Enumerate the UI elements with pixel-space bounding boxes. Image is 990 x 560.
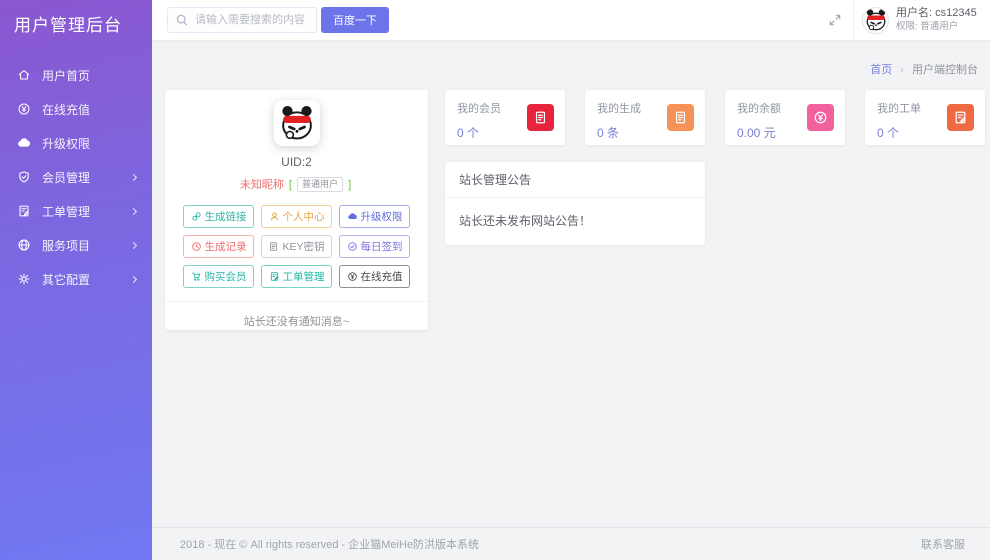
sidebar-item-members[interactable]: 会员管理 (0, 160, 152, 194)
profile-notice: 站长还没有通知消息~ (165, 301, 428, 340)
buy-membership-button[interactable]: 购买会员 (183, 265, 254, 288)
breadcrumb: 首页 › 用户端控制台 (870, 61, 978, 77)
profile-role-badge: 普通用户 (297, 177, 343, 192)
user-role: 权限: 普通用户 (896, 21, 977, 33)
search-bar: 百度一下 (167, 7, 389, 33)
globe-icon (17, 238, 31, 252)
profile-nickname: 未知昵称 (240, 179, 284, 191)
sidebar-item-label: 升级权限 (42, 135, 90, 152)
chevron-right-icon (130, 207, 137, 214)
profile-actions: 生成链接 个人中心 升级权限 生成记录 KEY密钥 每日签到 (183, 205, 410, 288)
gear-icon (17, 272, 31, 286)
user-avatar (862, 7, 889, 34)
sidebar-item-label: 工单管理 (42, 203, 90, 220)
user-name: 用户名: cs12345 (896, 7, 977, 21)
breadcrumb-current: 用户端控制台 (912, 64, 978, 76)
user-icon (269, 211, 280, 222)
document-icon (667, 104, 694, 131)
chevron-right-icon (130, 173, 137, 180)
user-info: 用户名: cs12345 权限: 普通用户 (896, 7, 977, 33)
sidebar-item-services[interactable]: 服务项目 (0, 228, 152, 262)
sidebar-item-label: 服务项目 (42, 237, 90, 254)
breadcrumb-home-link[interactable]: 首页 (870, 64, 892, 76)
announcement-body: 站长还未发布网站公告！ (445, 198, 705, 245)
history-icon (191, 241, 202, 252)
ticket-edit-icon (947, 104, 974, 131)
profile-nickname-row: 未知昵称 [ 普通用户 ] (165, 176, 428, 192)
bracket-close: ] (348, 179, 351, 191)
sidebar: 用户管理后台 用户首页 在线充值 升级权限 会员管理 (0, 0, 152, 560)
profile-uid: UID:2 (165, 155, 428, 169)
cart-icon (191, 271, 202, 282)
ticket-icon (17, 204, 31, 218)
breadcrumb-separator: › (900, 64, 904, 76)
footer-copyright: 2018 - 现在 © All rights reserved - 企业猫Mei… (180, 536, 479, 552)
online-recharge-button[interactable]: 在线充值 (339, 265, 410, 288)
sidebar-item-label: 用户首页 (42, 67, 90, 84)
ticket-icon (269, 271, 280, 282)
search-icon (175, 13, 189, 27)
main-content: 首页 › 用户端控制台 UID:2 未知昵称 [ 普通用户 (152, 40, 990, 560)
document-icon (527, 104, 554, 131)
cloud-icon (347, 211, 358, 222)
search-input[interactable] (167, 7, 317, 33)
sidebar-item-home[interactable]: 用户首页 (0, 58, 152, 92)
sidebar-menu: 用户首页 在线充值 升级权限 会员管理 (0, 58, 152, 296)
sidebar-item-tickets[interactable]: 工单管理 (0, 194, 152, 228)
user-menu[interactable]: 用户名: cs12345 权限: 普通用户 (853, 0, 990, 40)
key-secret-button[interactable]: KEY密钥 (261, 235, 332, 258)
ticket-manage-button[interactable]: 工单管理 (261, 265, 332, 288)
announcement-title: 站长管理公告 (445, 162, 705, 198)
contact-support-link[interactable]: 联系客服 (921, 536, 965, 552)
app-title: 用户管理后台 (0, 0, 152, 36)
personal-center-button[interactable]: 个人中心 (261, 205, 332, 228)
sidebar-item-label: 在线充值 (42, 101, 90, 118)
page: 用户管理后台 用户首页 在线充值 升级权限 会员管理 (0, 0, 990, 560)
upgrade-permission-button[interactable]: 升级权限 (339, 205, 410, 228)
bracket-open: [ (289, 179, 292, 191)
chevron-right-icon (130, 275, 137, 282)
profile-card: UID:2 未知昵称 [ 普通用户 ] 生成链接 个人中心 升级权限 (165, 90, 428, 330)
sidebar-item-label: 其它配置 (42, 271, 90, 288)
link-icon (191, 211, 202, 222)
chevron-right-icon (130, 241, 137, 248)
profile-avatar (274, 100, 320, 146)
sidebar-item-recharge[interactable]: 在线充值 (0, 92, 152, 126)
daily-checkin-button[interactable]: 每日签到 (339, 235, 410, 258)
sidebar-item-settings[interactable]: 其它配置 (0, 262, 152, 296)
sidebar-item-label: 会员管理 (42, 169, 90, 186)
topbar: 百度一下 用户名: cs12345 权限: 普通用户 (152, 0, 990, 40)
document-icon (268, 241, 279, 252)
generate-records-button[interactable]: 生成记录 (183, 235, 254, 258)
yen-circle-icon (17, 102, 31, 116)
yen-circle-icon (347, 271, 358, 282)
stat-card-generations[interactable]: 我的生成 0 条 (585, 90, 705, 145)
search-button[interactable]: 百度一下 (321, 7, 389, 33)
cloud-icon (17, 136, 31, 150)
stat-card-tickets[interactable]: 我的工单 0 个 (865, 90, 985, 145)
generate-link-button[interactable]: 生成链接 (183, 205, 254, 228)
announcement-panel: 站长管理公告 站长还未发布网站公告！ (445, 162, 705, 245)
home-icon (17, 68, 31, 82)
sidebar-item-upgrade[interactable]: 升级权限 (0, 126, 152, 160)
stat-card-members[interactable]: 我的会员 0 个 (445, 90, 565, 145)
stat-card-balance[interactable]: 我的余额 0.00 元 (725, 90, 845, 145)
footer: 2018 - 现在 © All rights reserved - 企业猫Mei… (152, 527, 990, 560)
check-circle-icon (347, 241, 358, 252)
shield-check-icon (17, 170, 31, 184)
yen-circle-icon (807, 104, 834, 131)
fullscreen-icon[interactable] (828, 13, 842, 27)
